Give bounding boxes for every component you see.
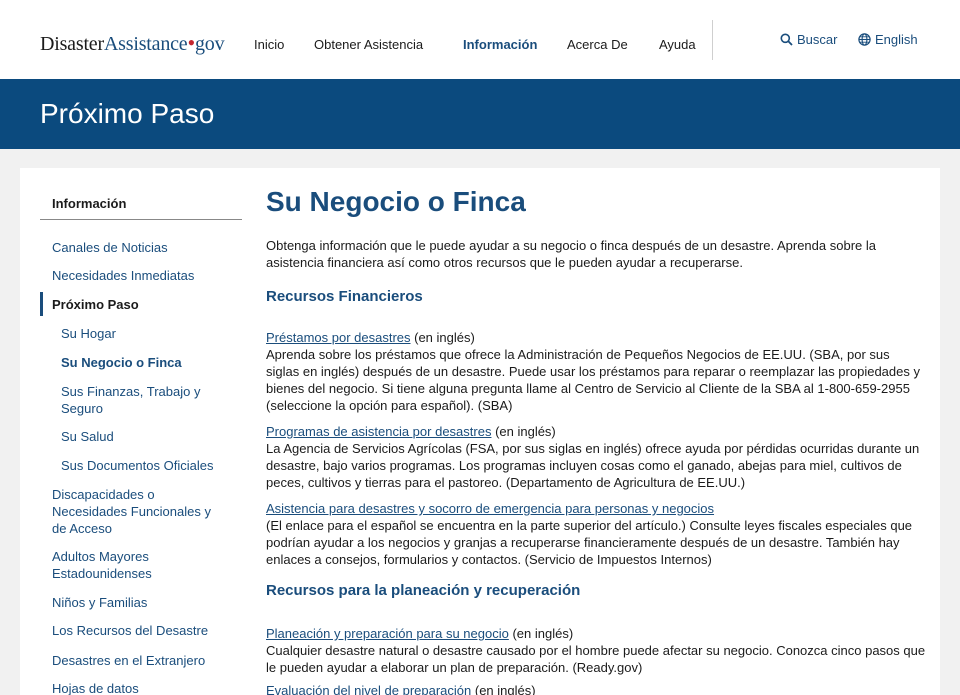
sidebar-item-ninos-y-familias[interactable]: Niños y Familias — [52, 594, 232, 611]
resource-prestamos: Préstamos por desastres (en inglés) Apre… — [266, 329, 926, 414]
site-logo[interactable]: DisasterAssistance•gov — [40, 30, 225, 56]
globe-icon — [858, 33, 871, 46]
intro-paragraph: Obtenga información que le puede ayudar … — [266, 238, 876, 270]
sidebar-divider — [40, 219, 242, 220]
sidebar-subitem-sus-finanzas[interactable]: Sus Finanzas, Trabajo y Seguro — [61, 383, 231, 417]
resource-link-prestamos[interactable]: Préstamos por desastres — [266, 330, 411, 345]
section-heading-recursos-financieros: Recursos Financieros — [266, 288, 423, 305]
resource-link-asistencia-impuestos[interactable]: Asistencia para desastres y socorro de e… — [266, 501, 714, 516]
resource-programas: Programas de asistencia por desastres (e… — [266, 423, 926, 491]
sidebar-active-indicator — [40, 292, 43, 316]
page-banner: Próximo Paso — [0, 79, 960, 149]
sidebar-item-canales-de-noticias[interactable]: Canales de Noticias — [52, 239, 232, 256]
nav-item-informacion[interactable]: Información — [463, 37, 537, 52]
resource-description: Cualquier desastre natural o desastre ca… — [266, 643, 926, 675]
sidebar-item-proximo-paso[interactable]: Próximo Paso — [52, 296, 232, 313]
sidebar-subitem-su-salud[interactable]: Su Salud — [61, 428, 241, 445]
nav-item-inicio[interactable]: Inicio — [254, 37, 284, 52]
language-label: English — [875, 32, 918, 47]
resource-link-planeacion[interactable]: Planeación y preparación para su negocio — [266, 626, 509, 641]
nav-item-acerca-de[interactable]: Acerca De — [567, 37, 628, 52]
sidebar-item-discapacidades[interactable]: Discapacidades o Necesidades Funcionales… — [52, 486, 227, 537]
sidebar-item-desastres-extranjero[interactable]: Desastres en el Extranjero — [52, 652, 232, 669]
nav-item-ayuda[interactable]: Ayuda — [659, 37, 696, 52]
resource-lang-note: (en inglés) — [410, 330, 475, 345]
logo-word-assistance: Assistance — [103, 33, 188, 55]
sidebar-subitem-su-negocio-o-finca[interactable]: Su Negocio o Finca — [61, 354, 241, 371]
resource-evaluacion: Evaluación del nivel de preparación (en … — [266, 682, 926, 695]
section-heading-planeacion: Recursos para la planeación y recuperaci… — [266, 582, 581, 599]
sidebar-title: Información — [52, 196, 127, 211]
sidebar-item-necesidades-inmediatas[interactable]: Necesidades Inmediatas — [52, 267, 232, 284]
nav-divider — [712, 20, 713, 60]
search-icon — [780, 33, 793, 46]
search-link[interactable]: Buscar — [780, 32, 837, 47]
language-link[interactable]: English — [858, 32, 918, 47]
site-header: DisasterAssistance•gov Inicio Obtener As… — [0, 0, 960, 79]
logo-word-gov: gov — [195, 33, 225, 55]
sidebar-item-adultos-mayores[interactable]: Adultos Mayores Estadounidenses — [52, 548, 202, 582]
banner-title: Próximo Paso — [40, 98, 215, 129]
resource-asistencia-impuestos: Asistencia para desastres y socorro de e… — [266, 500, 926, 568]
logo-word-disaster: Disaster — [40, 33, 104, 55]
page-title: Su Negocio o Finca — [266, 186, 526, 217]
logo-dot: • — [187, 30, 195, 55]
search-label: Buscar — [797, 32, 838, 47]
resource-lang-note: (en inglés) — [508, 626, 574, 641]
sidebar-subitem-sus-documentos-oficiales[interactable]: Sus Documentos Oficiales — [61, 457, 236, 474]
sidebar-item-recursos-del-desastre[interactable]: Los Recursos del Desastre — [52, 622, 232, 639]
resource-planeacion: Planeación y preparación para su negocio… — [266, 625, 926, 676]
sidebar-item-hojas-de-datos[interactable]: Hojas de datos — [52, 680, 232, 695]
nav-item-obtener-asistencia[interactable]: Obtener Asistencia — [314, 37, 423, 52]
resource-link-programas[interactable]: Programas de asistencia por desastres — [266, 424, 491, 439]
resource-lang-note: (en inglés) — [491, 424, 556, 439]
resource-description: Aprenda sobre los préstamos que ofrece l… — [266, 347, 920, 413]
sidebar-subitem-su-hogar[interactable]: Su Hogar — [61, 325, 241, 342]
resource-description: (El enlace para el español se encuentra … — [266, 518, 913, 567]
resource-lang-note: (en inglés) — [471, 683, 536, 695]
resource-link-evaluacion[interactable]: Evaluación del nivel de preparación — [266, 683, 471, 695]
resource-description: La Agencia de Servicios Agrícolas (FSA, … — [266, 441, 920, 490]
